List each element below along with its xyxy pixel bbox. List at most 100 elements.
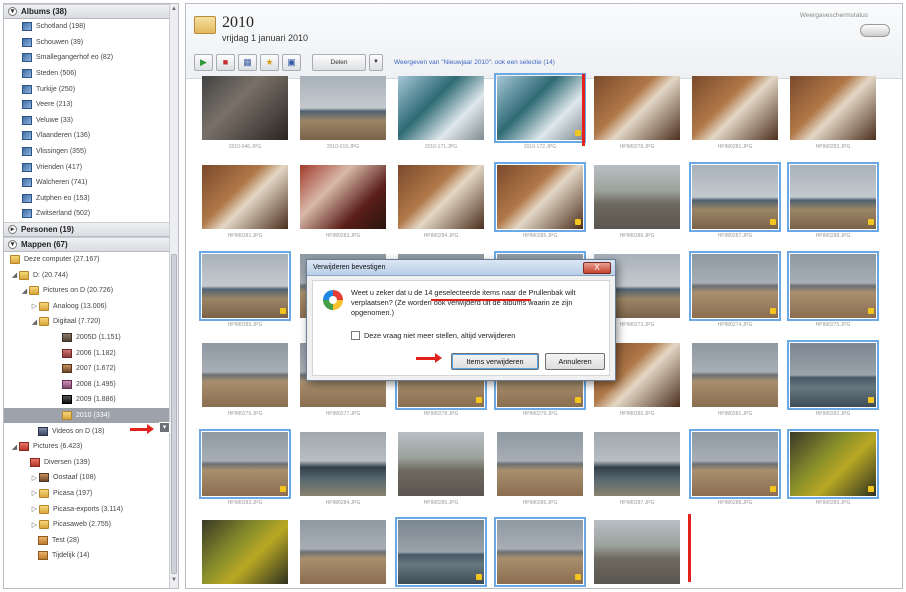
collapse-icon[interactable]: ▾: [8, 7, 17, 16]
album-item[interactable]: Schotland (198): [4, 19, 178, 35]
collapsed-arrow-icon[interactable]: ▷: [30, 505, 39, 513]
photo-thumbnail[interactable]: HPIM0288.JPG: [787, 162, 879, 241]
photo-thumbnail[interactable]: 2010-046.JPG: [202, 76, 288, 152]
photo-thumbnail[interactable]: HPIM0290.JPG: [202, 520, 288, 588]
tree-item-2009[interactable]: 2009 (1.886): [4, 392, 178, 408]
photo-image[interactable]: [395, 517, 487, 587]
star-icon[interactable]: ★: [260, 53, 279, 71]
tree-item-analoog[interactable]: ▷ Analoog (13.006): [4, 299, 178, 315]
play-icon[interactable]: ▶: [194, 53, 213, 71]
gift-icon[interactable]: ■: [216, 53, 235, 71]
expanded-arrow-icon[interactable]: ◢: [20, 287, 29, 295]
tree-item-2006[interactable]: 2006 (1.182): [4, 345, 178, 361]
photo-thumbnail[interactable]: HPIM0275.JPG: [787, 251, 879, 330]
tree-item-oostaaf[interactable]: ▷ Oostaaf (108): [4, 470, 178, 486]
album-item[interactable]: Vrienden (417): [4, 159, 178, 175]
photo-image[interactable]: [199, 251, 291, 321]
photo-image[interactable]: [594, 165, 680, 229]
photo-thumbnail[interactable]: HPIM0281.JPG: [692, 76, 778, 152]
chevron-down-icon[interactable]: ▼: [369, 53, 383, 71]
dont-ask-again-checkbox[interactable]: [351, 331, 360, 340]
photo-thumbnail[interactable]: 2010-019.JPG: [300, 76, 386, 152]
photo-thumbnail[interactable]: HPIM0291.JPG: [300, 520, 386, 588]
photo-thumbnail[interactable]: HPIM0274.JPG: [689, 251, 781, 330]
photo-thumbnail[interactable]: HPIM0283.JPG: [199, 429, 291, 508]
tree-item-2008[interactable]: 2008 (1.495): [4, 376, 178, 392]
collapsed-arrow-icon[interactable]: ▷: [30, 489, 39, 497]
photo-image[interactable]: [692, 343, 778, 407]
photo-image[interactable]: [689, 251, 781, 321]
photo-image[interactable]: [300, 520, 386, 584]
album-item[interactable]: Zutphen eo (153): [4, 191, 178, 207]
photo-thumbnail[interactable]: HPIM0276.JPG: [202, 343, 288, 419]
photo-thumbnail[interactable]: HPIM0284.JPG: [300, 432, 386, 508]
photo-image[interactable]: [497, 432, 583, 496]
photo-image[interactable]: [594, 520, 680, 584]
album-item[interactable]: Vlaanderen (136): [4, 128, 178, 144]
photo-image[interactable]: [300, 76, 386, 140]
photo-thumbnail[interactable]: HPIM0281.JPG: [692, 343, 778, 419]
photo-thumbnail[interactable]: HPIM0287.JPG: [689, 162, 781, 241]
photo-thumbnail[interactable]: 2010-171.JPG: [398, 76, 484, 152]
photo-thumbnail[interactable]: HPIM0286.JPG: [497, 432, 583, 508]
tree-item-picasaweb[interactable]: ▷ Picasaweb (2.755): [4, 517, 178, 533]
tree-item-picasa[interactable]: ▷ Picasa (197): [4, 486, 178, 502]
photo-thumbnail[interactable]: HPIM0293.JPG: [494, 517, 586, 588]
close-button[interactable]: X: [583, 262, 611, 274]
collapsed-arrow-icon[interactable]: ▷: [30, 474, 39, 482]
tree-item-pictures[interactable]: ◢ Pictures (6.423): [4, 439, 178, 455]
photo-thumbnail[interactable]: HPIM0294.JPG: [594, 520, 680, 588]
expanded-arrow-icon[interactable]: ◢: [10, 443, 19, 451]
photo-image[interactable]: [790, 76, 876, 140]
photo-image[interactable]: [787, 429, 879, 499]
scroll-down-icon[interactable]: ▼: [170, 577, 178, 586]
tree-item-pictures-on-d[interactable]: ◢ Pictures on D (20.726): [4, 283, 178, 299]
album-icon[interactable]: ▦: [238, 53, 257, 71]
photo-image[interactable]: [494, 517, 586, 587]
photo-image[interactable]: [199, 429, 291, 499]
expand-icon[interactable]: ▸: [8, 224, 17, 234]
album-item[interactable]: Steden (506): [4, 66, 178, 82]
photo-image[interactable]: [594, 76, 680, 140]
scroll-up-icon[interactable]: ▲: [170, 6, 178, 15]
photo-image[interactable]: [300, 165, 386, 229]
photo-thumbnail[interactable]: HPIM0278.JPG: [594, 76, 680, 152]
view-toggle-button[interactable]: [860, 24, 890, 37]
photo-image[interactable]: [594, 432, 680, 496]
photo-thumbnail[interactable]: 2010-172.JPG: [494, 73, 586, 152]
tree-item-test[interactable]: Test (28): [4, 532, 178, 548]
photo-image[interactable]: [398, 432, 484, 496]
photo-thumbnail[interactable]: HPIM0292.JPG: [395, 517, 487, 588]
tree-item-tijdelijk[interactable]: Tijdelijk (14): [4, 548, 178, 564]
photo-thumbnail[interactable]: HPIM0289.JPG: [199, 251, 291, 330]
tree-item-2007[interactable]: 2007 (1.672): [4, 361, 178, 377]
album-item[interactable]: Turkije (250): [4, 81, 178, 97]
photo-thumbnail[interactable]: HPIM0283.JPG: [300, 165, 386, 241]
tree-item-drive[interactable]: ◢ D: (20.744): [4, 267, 178, 283]
collapse-icon[interactable]: ▾: [8, 239, 17, 249]
tree-item-2005[interactable]: 2005D (1.151): [4, 330, 178, 346]
album-item[interactable]: Smallegangerhof eo (82): [4, 50, 178, 66]
collapsed-arrow-icon[interactable]: ▷: [30, 521, 39, 529]
photo-thumbnail[interactable]: HPIM0287.JPG: [594, 432, 680, 508]
people-section-header[interactable]: ▸ Personen (19): [4, 221, 178, 237]
cancel-button[interactable]: Annuleren: [545, 353, 605, 370]
album-item[interactable]: Zwitserland (502): [4, 206, 178, 222]
photo-image[interactable]: [689, 162, 781, 232]
album-item[interactable]: Veluwe (33): [4, 113, 178, 129]
selection-info-link[interactable]: Weergeven van "Nieuwjaar 2010": ook een …: [394, 59, 555, 66]
album-item[interactable]: Vlissingen (355): [4, 144, 178, 160]
expanded-arrow-icon[interactable]: ◢: [10, 271, 19, 279]
photo-thumbnail[interactable]: HPIM0284.JPG: [398, 165, 484, 241]
photo-image[interactable]: [494, 73, 586, 143]
album-item[interactable]: Veere (213): [4, 97, 178, 113]
tree-item-digitaal[interactable]: ◢ Digitaal (7.720): [4, 314, 178, 330]
photo-image[interactable]: [787, 162, 879, 232]
photo-image[interactable]: [787, 340, 879, 410]
photo-thumbnail[interactable]: HPIM0282.JPG: [787, 340, 879, 419]
photo-image[interactable]: [398, 165, 484, 229]
photo-image[interactable]: [398, 76, 484, 140]
delete-items-button[interactable]: Items verwijderen: [451, 353, 539, 370]
folders-section-header[interactable]: ▾ Mappen (67): [4, 236, 178, 252]
photo-image[interactable]: [494, 162, 586, 232]
